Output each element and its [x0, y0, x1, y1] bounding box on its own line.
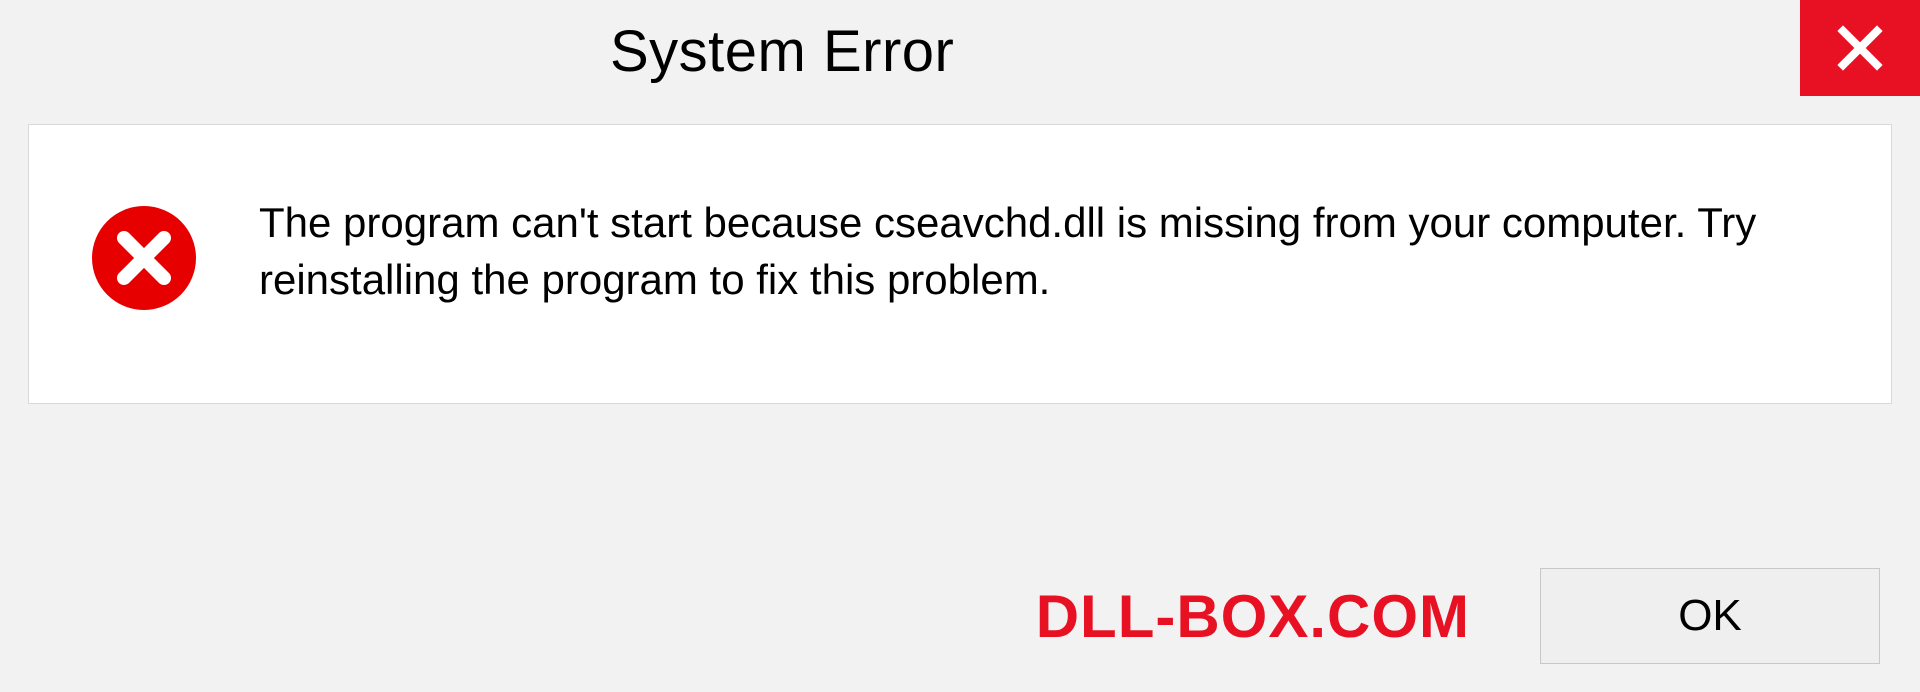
- window-title: System Error: [610, 18, 954, 85]
- close-button[interactable]: [1800, 0, 1920, 96]
- dialog-footer: DLL-BOX.COM OK: [0, 568, 1920, 664]
- watermark-text: DLL-BOX.COM: [1036, 582, 1470, 651]
- error-message: The program can't start because cseavchd…: [259, 195, 1851, 308]
- close-icon: [1835, 23, 1885, 73]
- ok-button[interactable]: OK: [1540, 568, 1880, 664]
- titlebar: System Error: [0, 0, 1920, 100]
- dialog-content: The program can't start because cseavchd…: [28, 124, 1892, 404]
- error-icon: [89, 203, 199, 313]
